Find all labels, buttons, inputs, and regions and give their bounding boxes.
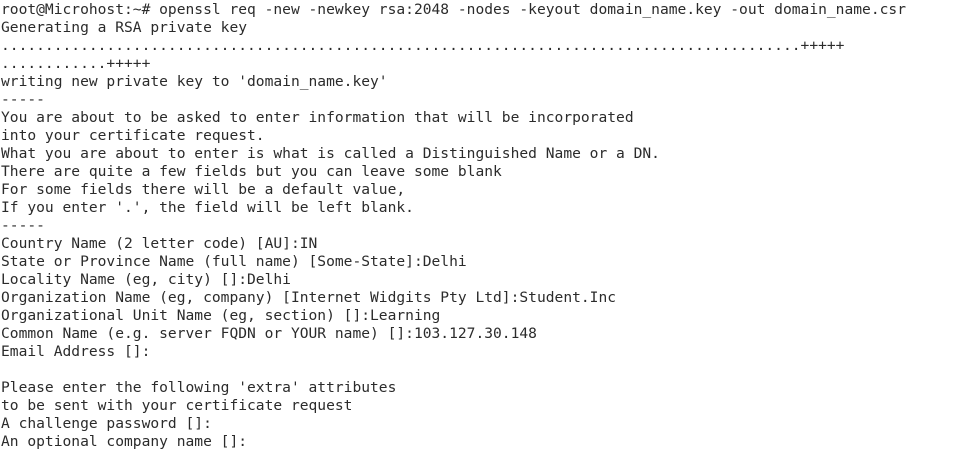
terminal-line: Please enter the following 'extra' attri… [1,379,397,396]
terminal-line: writing new private key to 'domain_name.… [1,73,388,90]
terminal-line: A challenge password []: [1,415,212,432]
terminal-line: State or Province Name (full name) [Some… [1,253,467,270]
terminal-line: ----- [1,91,45,108]
terminal-line: If you enter '.', the field will be left… [1,199,414,216]
terminal-line: Email Address []: [1,343,151,360]
terminal-line: Country Name (2 letter code) [AU]:IN [1,235,318,252]
terminal-line: Organizational Unit Name (eg, section) [… [1,307,441,324]
terminal-line: Organization Name (eg, company) [Interne… [1,289,617,306]
terminal-line: Common Name (e.g. server FQDN or YOUR na… [1,325,537,342]
terminal-line: to be sent with your certificate request [1,397,353,414]
terminal-line: ----- [1,217,45,234]
terminal-line: You are about to be asked to enter infor… [1,109,634,126]
terminal-line: There are quite a few fields but you can… [1,163,502,180]
terminal-line: What you are about to enter is what is c… [1,145,660,162]
terminal-line: ........................................… [1,37,845,54]
terminal-window[interactable]: root@Microhost:~# openssl req -new -newk… [0,0,953,451]
terminal-line: Locality Name (eg, city) []:Delhi [1,271,291,288]
terminal-line: root@Microhost:~# openssl req -new -newk… [1,1,906,18]
terminal-line: into your certificate request. [1,127,265,144]
terminal-line: Generating a RSA private key [1,19,248,36]
terminal-line: For some fields there will be a default … [1,181,406,198]
terminal-line: An optional company name []: [1,433,248,450]
terminal-line: ............+++++ [1,55,151,72]
